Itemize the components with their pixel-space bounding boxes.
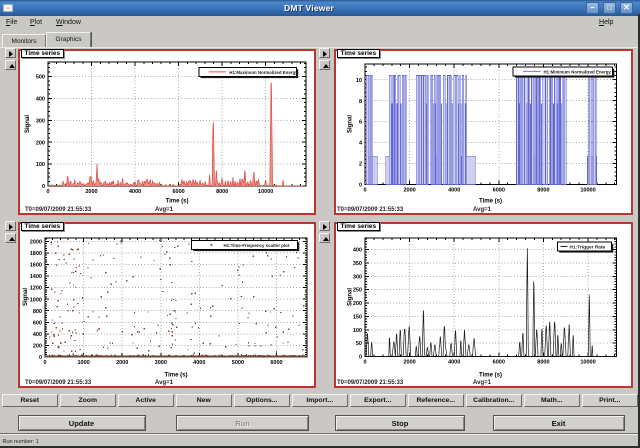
svg-text:4000: 4000 xyxy=(129,189,141,195)
svg-text:6: 6 xyxy=(359,120,362,126)
svg-text:8000: 8000 xyxy=(537,359,549,365)
svg-text:H1:Minimum Normalized Energy: H1:Minimum Normalized Energy xyxy=(544,70,612,75)
svg-text:H1:Time-Frequency scatter plot: H1:Time-Frequency scatter plot xyxy=(224,243,290,248)
svg-text:1600: 1600 xyxy=(30,263,42,269)
svg-text:6000: 6000 xyxy=(270,360,282,366)
svg-text:400: 400 xyxy=(36,97,45,103)
svg-text:300: 300 xyxy=(353,274,362,280)
svg-text:4000: 4000 xyxy=(448,187,460,193)
svg-text:10: 10 xyxy=(356,78,362,84)
svg-text:400: 400 xyxy=(353,248,362,254)
svg-text:8000: 8000 xyxy=(537,187,549,193)
svg-text:8000: 8000 xyxy=(216,189,228,195)
svg-text:800: 800 xyxy=(33,309,42,315)
svg-text:350: 350 xyxy=(353,261,362,267)
svg-text:H1:Maximum Normalized Energy: H1:Maximum Normalized Energy xyxy=(229,70,298,75)
svg-text:2000: 2000 xyxy=(403,359,415,365)
svg-text:3000: 3000 xyxy=(155,360,167,366)
svg-text:2000: 2000 xyxy=(30,240,42,246)
svg-text:4: 4 xyxy=(359,141,363,147)
svg-text:1000: 1000 xyxy=(30,297,42,303)
svg-text:600: 600 xyxy=(33,320,42,326)
svg-text:6000: 6000 xyxy=(172,189,184,195)
svg-text:4000: 4000 xyxy=(448,359,460,365)
svg-text:Time (s): Time (s) xyxy=(165,373,188,379)
svg-text:Signal: Signal xyxy=(348,288,354,306)
svg-text:1400: 1400 xyxy=(30,274,42,280)
svg-text:100: 100 xyxy=(353,328,362,334)
svg-text:0: 0 xyxy=(43,360,46,366)
svg-text:Time (s): Time (s) xyxy=(479,199,502,205)
svg-text:10000: 10000 xyxy=(580,359,595,365)
svg-text:2000: 2000 xyxy=(116,360,128,366)
svg-text:Time (s): Time (s) xyxy=(479,373,502,379)
svg-text:200: 200 xyxy=(33,344,42,350)
svg-text:0: 0 xyxy=(39,355,42,361)
svg-text:6000: 6000 xyxy=(493,187,505,193)
svg-text:300: 300 xyxy=(36,118,45,124)
svg-text:150: 150 xyxy=(353,315,362,321)
svg-text:0: 0 xyxy=(42,184,45,190)
svg-text:2: 2 xyxy=(359,162,362,168)
svg-text:0: 0 xyxy=(359,183,362,189)
svg-text:Time (s): Time (s) xyxy=(166,199,189,205)
svg-text:1200: 1200 xyxy=(30,286,42,292)
svg-text:250: 250 xyxy=(353,288,362,294)
svg-text:10000: 10000 xyxy=(258,189,273,195)
svg-text:400: 400 xyxy=(33,332,42,338)
svg-text:100: 100 xyxy=(36,162,45,168)
svg-text:H1:Trigger Rate: H1:Trigger Rate xyxy=(570,245,606,251)
svg-text:2000: 2000 xyxy=(85,189,97,195)
svg-text:0: 0 xyxy=(363,359,366,365)
svg-text:0: 0 xyxy=(363,187,366,193)
svg-text:500: 500 xyxy=(36,75,45,81)
svg-text:5000: 5000 xyxy=(232,360,244,366)
svg-text:8: 8 xyxy=(359,99,362,105)
svg-text:6000: 6000 xyxy=(493,359,505,365)
svg-text:50: 50 xyxy=(356,341,362,347)
svg-text:Signal: Signal xyxy=(23,288,29,306)
svg-text:0: 0 xyxy=(359,355,362,361)
svg-text:2000: 2000 xyxy=(403,187,415,193)
svg-text:4000: 4000 xyxy=(193,360,205,366)
svg-text:200: 200 xyxy=(36,140,45,146)
svg-text:0: 0 xyxy=(46,189,49,195)
svg-text:200: 200 xyxy=(353,301,362,307)
svg-text:1000: 1000 xyxy=(77,360,89,366)
svg-text:1800: 1800 xyxy=(30,251,42,257)
svg-text:10000: 10000 xyxy=(580,187,595,193)
svg-text:Signal: Signal xyxy=(25,115,31,133)
svg-text:Signal: Signal xyxy=(348,115,354,133)
